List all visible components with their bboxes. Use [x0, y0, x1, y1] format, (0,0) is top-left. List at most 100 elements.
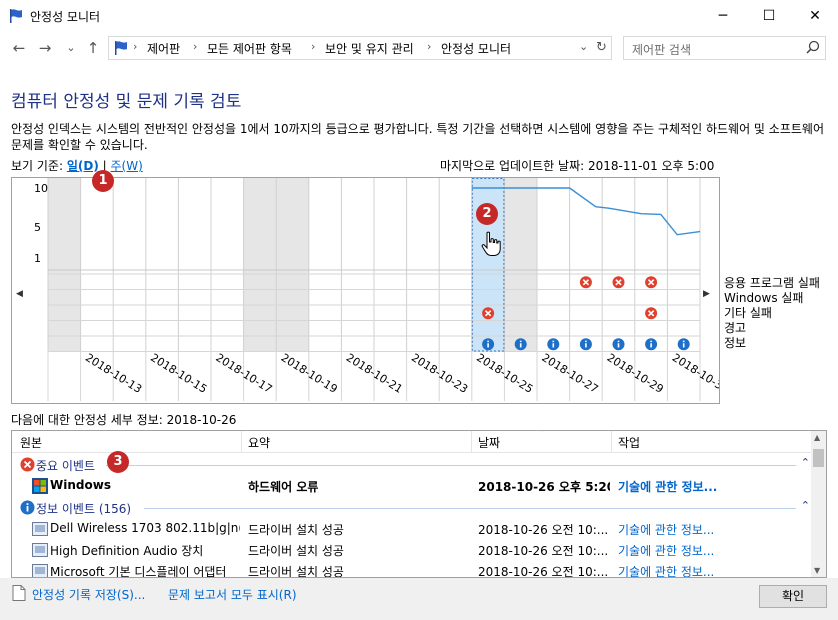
- chart-column[interactable]: [667, 178, 700, 352]
- info-event-mark: [487, 343, 489, 348]
- up-button[interactable]: ↑: [84, 39, 102, 57]
- info-event-mark: [650, 340, 652, 343]
- technical-details-link[interactable]: 기술에 관한 정보...: [618, 521, 738, 538]
- reliability-chart[interactable]: 10 5 1 2018-10-13 2018-10-15 2018-10-17 2018-1…: [11, 177, 720, 404]
- chart-column[interactable]: [276, 178, 309, 352]
- ok-button[interactable]: 확인: [759, 585, 827, 608]
- group-divider: [144, 508, 796, 509]
- table-row[interactable]: Dell Wireless 1703 802.11b|g|n(2... 드라이버…: [12, 518, 812, 539]
- chevron-up-icon[interactable]: ⌃: [801, 499, 810, 512]
- chevron-right-icon: ›: [311, 40, 316, 53]
- table-row[interactable]: Microsoft 기본 디스플레이 어댑터 드라이버 설치 성공 2018-1…: [12, 560, 812, 578]
- minimize-button[interactable]: ─: [700, 0, 746, 32]
- breadcrumb-control-panel[interactable]: 제어판: [147, 40, 180, 57]
- breadcrumb-reliability-monitor[interactable]: 안정성 모니터: [441, 40, 511, 57]
- row-summary: 드라이버 설치 성공: [248, 565, 344, 578]
- chevron-right-icon: ›: [427, 40, 432, 53]
- address-bar[interactable]: › 제어판 › 모든 제어판 항목 › 보안 및 유지 관리 › 안정성 모니터…: [108, 36, 612, 60]
- scroll-down-icon[interactable]: ▼: [814, 566, 820, 575]
- chart-column[interactable]: [48, 178, 81, 352]
- window-title: 안정성 모니터: [30, 10, 101, 24]
- row-summary: 하드웨어 오류: [248, 480, 319, 494]
- scroll-left-icon[interactable]: ◀: [16, 289, 23, 299]
- chart-column[interactable]: [243, 178, 277, 352]
- event-list[interactable]: 원본 요약 날짜 ⌃ 작업 중요 이벤트 ⌃ Windows 하드웨어 오류 2…: [11, 430, 827, 578]
- scroll-right-icon[interactable]: ▶: [703, 289, 710, 299]
- chart-column[interactable]: [113, 178, 146, 352]
- detail-title: 다음에 대한 안정성 세부 정보: 2018-10-26: [11, 413, 237, 427]
- recent-locations-button[interactable]: ⌄: [62, 39, 80, 57]
- chart-column[interactable]: [308, 178, 342, 352]
- info-event-mark: [519, 340, 522, 343]
- flag-icon: [10, 9, 22, 23]
- row-date: 2018-10-26 오후 5:20: [478, 480, 610, 494]
- windows-icon: [32, 478, 48, 494]
- chevron-up-icon[interactable]: ⌃: [801, 456, 810, 469]
- chevron-right-icon: ›: [193, 40, 198, 53]
- table-row[interactable]: High Definition Audio 장치 드라이버 설치 성공 2018…: [12, 539, 812, 560]
- save-history-link[interactable]: 안정성 기록 저장(S)...: [32, 586, 145, 603]
- row-summary: 드라이버 설치 성공: [248, 544, 344, 558]
- view-by-day-link[interactable]: 일(D): [67, 159, 99, 173]
- row-date: 2018-10-26 오전 10:...: [478, 523, 609, 537]
- column-source[interactable]: 원본: [20, 434, 42, 451]
- forward-button[interactable]: →: [36, 39, 54, 57]
- device-icon: [32, 564, 48, 577]
- chevron-down-icon[interactable]: ⌄: [579, 40, 588, 53]
- group-divider: [106, 465, 796, 466]
- column-date[interactable]: 날짜: [478, 434, 500, 451]
- info-event-mark: [617, 340, 620, 343]
- chart-column[interactable]: [374, 178, 407, 352]
- info-event-mark: [617, 343, 620, 348]
- chart-column[interactable]: [439, 178, 472, 352]
- view-all-reports-link[interactable]: 문제 보고서 모두 표시(R): [168, 586, 297, 603]
- chart-column[interactable]: [341, 178, 374, 352]
- critical-events-group[interactable]: 중요 이벤트 ⌃: [12, 454, 812, 476]
- row-source: High Definition Audio 장치: [50, 544, 204, 558]
- chart-column[interactable]: [406, 178, 440, 352]
- breadcrumb-all-items[interactable]: 모든 제어판 항목: [207, 40, 292, 57]
- maximize-button[interactable]: ☐: [746, 0, 792, 32]
- search-input[interactable]: 제어판 검색: [632, 41, 691, 58]
- chart-column[interactable]: [145, 178, 179, 352]
- technical-details-link[interactable]: 기술에 관한 정보...: [618, 563, 738, 577]
- scroll-up-icon[interactable]: ▲: [814, 433, 820, 442]
- column-divider: [471, 431, 472, 453]
- close-button[interactable]: ✕: [792, 0, 838, 32]
- view-by-selector: 보기 기준: 일(D) | 주(W): [11, 157, 143, 174]
- info-event-mark: [585, 340, 587, 343]
- info-events-group[interactable]: 정보 이벤트 (156) ⌃: [12, 497, 812, 519]
- chart-column[interactable]: [211, 178, 244, 352]
- info-icon: [20, 500, 35, 515]
- callout-badge: 1: [92, 170, 114, 192]
- info-events-label: 정보 이벤트 (156): [36, 502, 132, 516]
- refresh-icon[interactable]: ↻: [596, 40, 607, 55]
- x-tick-label: 2018-10-31: [670, 351, 719, 396]
- reliability-chart-svg[interactable]: 10512018-10-13 2018-10-15 2018-10-17 2018-1…: [12, 178, 719, 403]
- callout-badge: 3: [107, 451, 129, 473]
- info-event-mark: [487, 340, 489, 343]
- chart-column[interactable]: [504, 178, 537, 352]
- technical-details-link[interactable]: 기술에 관한 정보...: [618, 478, 738, 495]
- list-scrollbar[interactable]: ▲ ▼: [811, 431, 826, 577]
- device-icon: [32, 543, 48, 557]
- search-box[interactable]: 제어판 검색: [623, 36, 826, 60]
- table-row[interactable]: Windows 하드웨어 오류 2018-10-26 오후 5:20 기술에 관…: [12, 475, 812, 496]
- chart-column[interactable]: [178, 178, 211, 352]
- column-action[interactable]: 작업: [618, 434, 640, 451]
- back-button[interactable]: ←: [10, 39, 28, 57]
- y-tick-label: 1: [34, 252, 41, 265]
- search-icon[interactable]: [805, 39, 821, 55]
- chart-column[interactable]: [80, 178, 114, 352]
- technical-details-link[interactable]: 기술에 관한 정보...: [618, 542, 738, 559]
- chart-column[interactable]: [634, 178, 668, 352]
- view-by-week-link[interactable]: 주(W): [111, 159, 143, 173]
- chart-column[interactable]: [569, 178, 603, 352]
- row-date: 2018-10-26 오전 10:...: [478, 565, 609, 578]
- breadcrumb-security-maintenance[interactable]: 보안 및 유지 관리: [325, 40, 414, 57]
- chart-column[interactable]: [537, 178, 570, 352]
- chart-column[interactable]: [602, 178, 635, 352]
- scroll-thumb[interactable]: [813, 449, 824, 467]
- row-summary: 드라이버 설치 성공: [248, 523, 344, 537]
- column-summary[interactable]: 요약: [248, 434, 270, 451]
